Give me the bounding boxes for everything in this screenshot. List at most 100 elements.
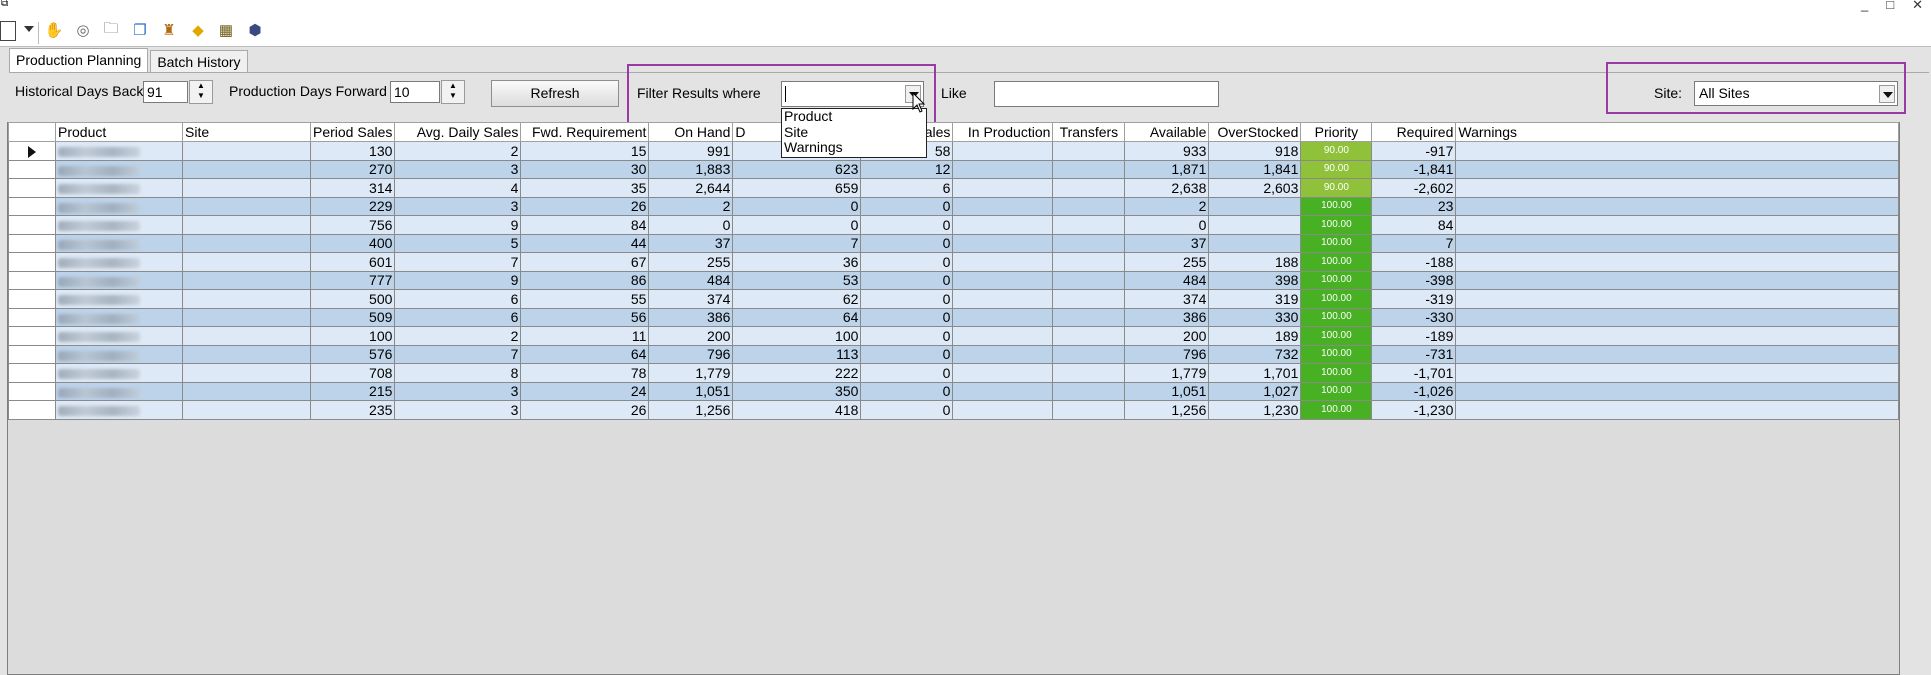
cell-d[interactable]: 418 (732, 400, 862, 420)
cell-available[interactable]: 2,638 (1124, 178, 1210, 198)
cell-on-hand[interactable]: 37 (648, 233, 734, 253)
table-row[interactable]: 314 4 35 2,644 659 6 2,638 2,603 90.00 -2,602 (8, 178, 1900, 198)
cell-sales[interactable]: 0 (860, 289, 954, 309)
cell-fwd-requirement[interactable]: 15 (520, 141, 650, 161)
cell-product[interactable] (55, 178, 183, 198)
cell-transfers[interactable] (1052, 196, 1126, 216)
row-header[interactable] (8, 215, 56, 235)
cell-available[interactable]: 933 (1124, 141, 1210, 161)
cell-priority[interactable]: 100.00 (1300, 215, 1373, 235)
column-header-period-sales[interactable]: Period Sales (309, 122, 396, 142)
cell-fwd-requirement[interactable]: 44 (520, 233, 650, 253)
cell-avg-daily-sales[interactable]: 6 (394, 289, 522, 309)
cell-sales[interactable]: 0 (860, 381, 954, 401)
column-header-available[interactable]: Available (1124, 122, 1210, 142)
cell-period-sales[interactable]: 576 (309, 344, 396, 364)
cell-period-sales[interactable]: 215 (309, 381, 396, 401)
cell-fwd-requirement[interactable]: 30 (520, 159, 650, 179)
cell-required[interactable]: -189 (1371, 326, 1457, 346)
cell-priority[interactable]: 90.00 (1300, 159, 1373, 179)
cell-required[interactable]: 84 (1371, 215, 1457, 235)
cell-d[interactable]: 7 (732, 233, 862, 253)
diamond-sign-icon[interactable]: ◆ (188, 20, 208, 40)
cell-period-sales[interactable]: 777 (309, 270, 396, 290)
cell-required[interactable]: -1,230 (1371, 400, 1457, 420)
cell-product[interactable] (55, 363, 183, 383)
cell-site[interactable] (182, 270, 311, 290)
box-3d-icon[interactable]: ⬢ (245, 20, 265, 40)
cell-on-hand[interactable]: 200 (648, 326, 734, 346)
column-header-priority[interactable]: Priority (1300, 122, 1373, 142)
row-header[interactable] (8, 252, 56, 272)
row-header[interactable] (8, 159, 56, 179)
cell-product[interactable] (55, 215, 183, 235)
column-header-site[interactable]: Site (182, 122, 311, 142)
table-row[interactable]: 777 9 86 484 53 0 484 398 100.00 -398 (8, 270, 1900, 290)
cell-on-hand[interactable]: 0 (648, 215, 734, 235)
cell-available[interactable]: 37 (1124, 233, 1210, 253)
dropdown-option-product[interactable]: Product (784, 108, 926, 125)
cell-fwd-requirement[interactable]: 26 (520, 196, 650, 216)
cell-d[interactable]: 0 (732, 196, 862, 216)
cell-d[interactable]: 64 (732, 307, 862, 327)
folder-icon[interactable]: 🗀 (101, 20, 121, 40)
cell-fwd-requirement[interactable]: 86 (520, 270, 650, 290)
cell-avg-daily-sales[interactable]: 3 (394, 159, 522, 179)
cell-priority[interactable]: 100.00 (1300, 400, 1373, 420)
row-header[interactable] (8, 196, 56, 216)
cell-fwd-requirement[interactable]: 24 (520, 381, 650, 401)
column-header-required[interactable]: Required (1371, 122, 1457, 142)
cell-transfers[interactable] (1052, 215, 1126, 235)
cell-site[interactable] (182, 307, 311, 327)
row-header[interactable] (8, 344, 56, 364)
cell-period-sales[interactable]: 601 (309, 252, 396, 272)
cell-in-production[interactable] (952, 307, 1054, 327)
cell-avg-daily-sales[interactable]: 9 (394, 215, 522, 235)
hand-icon[interactable]: ✋ (44, 20, 64, 40)
cell-in-production[interactable] (952, 326, 1054, 346)
tab-production-planning[interactable]: Production Planning (9, 48, 149, 73)
table-row[interactable]: 215 3 24 1,051 350 0 1,051 1,027 100.00 -1,026 (8, 381, 1900, 401)
cell-in-production[interactable] (952, 363, 1054, 383)
cell-transfers[interactable] (1052, 344, 1126, 364)
cell-site[interactable] (182, 159, 311, 179)
cell-warnings[interactable] (1455, 400, 1900, 420)
cell-period-sales[interactable]: 235 (309, 400, 396, 420)
cell-site[interactable] (182, 344, 311, 364)
cell-product[interactable] (55, 381, 183, 401)
cell-overstocked[interactable]: 188 (1208, 252, 1302, 272)
cell-product[interactable] (55, 400, 183, 420)
chevron-down-icon[interactable] (1879, 85, 1895, 103)
cell-d[interactable]: 350 (732, 381, 862, 401)
cell-sales[interactable]: 0 (860, 400, 954, 420)
cell-sales[interactable]: 0 (860, 196, 954, 216)
cell-period-sales[interactable]: 100 (309, 326, 396, 346)
cell-in-production[interactable] (952, 233, 1054, 253)
cell-available[interactable]: 386 (1124, 307, 1210, 327)
cell-warnings[interactable] (1455, 326, 1900, 346)
cell-required[interactable]: -917 (1371, 141, 1457, 161)
cell-d[interactable]: 62 (732, 289, 862, 309)
cell-in-production[interactable] (952, 381, 1054, 401)
cell-period-sales[interactable]: 314 (309, 178, 396, 198)
cell-available[interactable]: 374 (1124, 289, 1210, 309)
cell-required[interactable]: -2,602 (1371, 178, 1457, 198)
cell-avg-daily-sales[interactable]: 4 (394, 178, 522, 198)
cell-site[interactable] (182, 326, 311, 346)
column-header-transfers[interactable]: Transfers (1052, 122, 1126, 142)
column-header-product[interactable]: Product (55, 122, 183, 142)
cell-required[interactable]: -731 (1371, 344, 1457, 364)
cell-sales[interactable]: 0 (860, 307, 954, 327)
cell-required[interactable]: -319 (1371, 289, 1457, 309)
cell-transfers[interactable] (1052, 178, 1126, 198)
cell-required[interactable]: -1,841 (1371, 159, 1457, 179)
cell-sales[interactable]: 0 (860, 363, 954, 383)
cell-avg-daily-sales[interactable]: 3 (394, 400, 522, 420)
row-header[interactable] (8, 270, 56, 290)
cell-required[interactable]: -398 (1371, 270, 1457, 290)
cell-overstocked[interactable]: 1,701 (1208, 363, 1302, 383)
cell-in-production[interactable] (952, 289, 1054, 309)
cell-avg-daily-sales[interactable]: 3 (394, 196, 522, 216)
historical-days-spinner[interactable]: ▲ ▼ (189, 80, 213, 104)
dropdown-option-warnings[interactable]: Warnings (784, 139, 926, 156)
